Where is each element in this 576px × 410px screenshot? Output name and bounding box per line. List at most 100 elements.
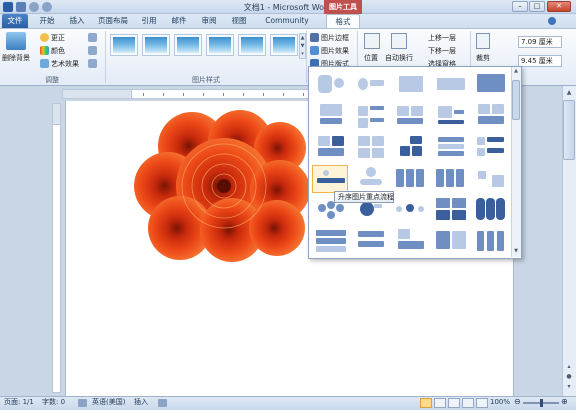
picture-style-3[interactable] xyxy=(174,34,202,56)
layout-option[interactable] xyxy=(474,227,508,257)
send-backward-button[interactable]: 下移一层 xyxy=(428,46,456,56)
position-button[interactable]: 位置 xyxy=(364,53,378,63)
corrections-button[interactable]: 更正 xyxy=(51,33,65,43)
view-outline-icon[interactable] xyxy=(462,398,474,408)
layout-option[interactable] xyxy=(314,102,348,132)
layout-option[interactable] xyxy=(474,102,508,132)
layout-option[interactable] xyxy=(354,134,388,164)
flower-picture[interactable] xyxy=(132,108,314,264)
layout-option[interactable] xyxy=(314,70,348,100)
close-button[interactable]: ✕ xyxy=(547,1,571,12)
layout-option[interactable] xyxy=(474,196,508,226)
layout-option[interactable] xyxy=(434,165,468,195)
tab-home[interactable]: 开始 xyxy=(34,14,60,28)
scroll-prev-page-icon[interactable]: ▴ xyxy=(563,362,575,372)
tab-format[interactable]: 格式 xyxy=(326,14,360,28)
layout-option[interactable] xyxy=(394,134,428,164)
scroll-select-browse-object-icon[interactable]: ● xyxy=(563,372,575,382)
width-spinner[interactable]: 9.45 厘米 xyxy=(518,55,562,67)
layout-option[interactable] xyxy=(354,70,388,100)
layout-option[interactable] xyxy=(354,227,388,257)
tab-mailings[interactable]: 邮件 xyxy=(166,14,192,28)
wrap-text-icon[interactable] xyxy=(391,33,407,49)
picture-border-button[interactable]: 图片边框 xyxy=(321,33,349,43)
picture-style-1[interactable] xyxy=(110,34,138,56)
status-insert-mode[interactable]: 插入 xyxy=(134,396,148,410)
maximize-button[interactable]: □ xyxy=(529,1,545,12)
layout-option[interactable] xyxy=(474,134,508,164)
scroll-up-arrow-icon[interactable]: ▲ xyxy=(563,88,575,98)
view-web-layout-icon[interactable] xyxy=(448,398,460,408)
group-separator xyxy=(306,31,307,83)
layout-option[interactable] xyxy=(434,196,468,226)
artistic-effects-icon xyxy=(40,59,49,68)
picture-border-icon xyxy=(310,33,319,42)
status-language[interactable]: 英语(美国) xyxy=(92,396,125,410)
layout-option[interactable] xyxy=(434,70,468,100)
macro-record-icon[interactable] xyxy=(158,399,167,407)
layout-option[interactable] xyxy=(314,227,348,257)
layout-option[interactable] xyxy=(354,102,388,132)
picture-style-6[interactable] xyxy=(270,34,298,56)
layout-option[interactable] xyxy=(394,165,428,195)
status-word-count[interactable]: 字数: 0 xyxy=(42,396,65,410)
layout-option[interactable] xyxy=(474,70,508,100)
scroll-next-page-icon[interactable]: ▾ xyxy=(563,382,575,392)
vertical-ruler[interactable] xyxy=(52,103,61,393)
picture-effects-button[interactable]: 图片效果 xyxy=(321,46,349,56)
reset-picture-icon[interactable] xyxy=(88,59,97,68)
layout-option[interactable] xyxy=(434,227,468,257)
tab-community-clips[interactable]: Community Clips xyxy=(256,14,318,39)
proofing-icon[interactable] xyxy=(78,399,87,407)
wrap-text-button[interactable]: 自动换行 xyxy=(385,53,413,63)
zoom-out-icon[interactable]: ⊖ xyxy=(514,397,522,407)
position-icon[interactable] xyxy=(364,33,380,49)
color-button[interactable]: 颜色 xyxy=(51,46,65,56)
gallery-scroll-up-icon[interactable]: ▲ xyxy=(512,68,520,76)
tab-file[interactable]: 文件 xyxy=(2,14,28,28)
remove-background-button[interactable]: 删除背景 xyxy=(2,53,30,63)
picture-style-5[interactable] xyxy=(238,34,266,56)
bring-forward-button[interactable]: 上移一层 xyxy=(428,33,456,43)
layout-option[interactable] xyxy=(394,102,428,132)
scroll-thumb[interactable] xyxy=(563,100,575,160)
layout-option[interactable] xyxy=(434,134,468,164)
view-print-layout-icon[interactable] xyxy=(420,398,432,408)
picture-style-2[interactable] xyxy=(142,34,170,56)
zoom-level[interactable]: 100% xyxy=(490,396,510,410)
view-full-screen-icon[interactable] xyxy=(434,398,446,408)
crop-button[interactable]: 裁剪 xyxy=(476,53,490,63)
picture-effects-icon xyxy=(310,46,319,55)
minimize-button[interactable]: – xyxy=(512,1,528,12)
styles-more-arrow-icon[interactable]: ▲ ▼ ▾ xyxy=(299,33,306,59)
artistic-effects-button[interactable]: 艺术效果 xyxy=(51,59,79,69)
tab-references[interactable]: 引用 xyxy=(136,14,162,28)
remove-background-icon[interactable] xyxy=(6,32,26,50)
layout-option[interactable] xyxy=(394,227,428,257)
zoom-slider-thumb[interactable] xyxy=(540,399,543,407)
layout-option[interactable] xyxy=(314,134,348,164)
color-icon xyxy=(40,46,49,55)
tab-review[interactable]: 审阅 xyxy=(196,14,222,28)
tab-view[interactable]: 视图 xyxy=(226,14,252,28)
layout-option[interactable] xyxy=(434,102,468,132)
tab-page-layout[interactable]: 页面布局 xyxy=(94,14,132,28)
corrections-icon xyxy=(40,33,49,42)
view-draft-icon[interactable] xyxy=(476,398,488,408)
layout-option[interactable] xyxy=(474,165,508,195)
zoom-in-icon[interactable]: ⊕ xyxy=(561,397,569,407)
layout-option[interactable] xyxy=(394,70,428,100)
tab-insert[interactable]: 插入 xyxy=(64,14,90,28)
picture-style-4[interactable] xyxy=(206,34,234,56)
gallery-scroll-thumb[interactable] xyxy=(512,80,520,120)
layout-option[interactable] xyxy=(394,196,428,226)
help-icon[interactable] xyxy=(548,17,556,25)
status-page[interactable]: 页面: 1/1 xyxy=(4,396,34,410)
change-picture-icon[interactable] xyxy=(88,46,97,55)
height-spinner[interactable]: 7.09 厘米 xyxy=(518,36,562,48)
layout-option-selected[interactable] xyxy=(312,165,348,193)
gallery-scroll-down-icon[interactable]: ▼ xyxy=(512,248,520,256)
window-title: 文档1 - Microsoft Word xyxy=(243,3,333,12)
compress-pictures-icon[interactable] xyxy=(88,33,97,42)
crop-icon[interactable] xyxy=(476,33,490,49)
